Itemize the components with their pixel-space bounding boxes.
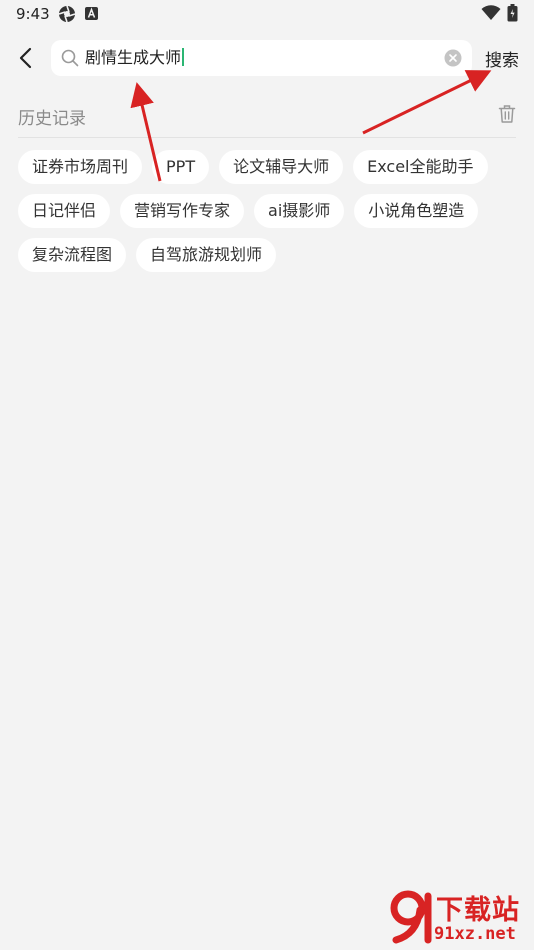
watermark-url: 91xz.net: [434, 924, 516, 944]
history-tag[interactable]: PPT: [152, 150, 210, 184]
history-divider: [18, 137, 516, 138]
wifi-icon: [481, 5, 501, 20]
history-tag[interactable]: 营销写作专家: [120, 194, 245, 228]
history-header: 历史记录: [18, 102, 516, 130]
annotation-arrows: [130, 70, 492, 182]
back-button[interactable]: [12, 44, 40, 72]
search-input-value: 剧情生成大师: [85, 48, 182, 67]
history-tag-list: 证券市场周刊 PPT 论文辅导大师 Excel全能助手 日记伴侣 营销写作专家 …: [18, 150, 518, 272]
search-box[interactable]: 剧情生成大师: [51, 40, 472, 76]
font-a-icon: [85, 7, 98, 20]
history-tag[interactable]: 自驾旅游规划师: [136, 238, 277, 272]
history-tag[interactable]: 小说角色塑造: [354, 194, 479, 228]
watermark: 下载站 91xz.net: [390, 888, 530, 946]
battery-icon: [507, 4, 518, 22]
watermark-title: 下载站: [436, 895, 520, 926]
search-button[interactable]: 搜索: [485, 46, 519, 71]
trash-icon[interactable]: [498, 104, 516, 124]
history-tag[interactable]: 日记伴侣: [18, 194, 111, 228]
watermark-logo-icon: [390, 890, 432, 944]
clear-circle-icon[interactable]: [444, 49, 462, 67]
status-bar: 9:43: [0, 0, 534, 28]
history-tag[interactable]: 复杂流程图: [18, 238, 127, 272]
search-icon: [61, 49, 79, 67]
search-bar: 剧情生成大师 搜索: [0, 38, 534, 78]
history-tag[interactable]: 证券市场周刊: [18, 150, 143, 184]
text-caret: [182, 48, 185, 66]
history-tag[interactable]: Excel全能助手: [353, 150, 488, 184]
status-time: 9:43: [16, 5, 50, 23]
search-input[interactable]: 剧情生成大师: [85, 40, 435, 76]
history-tag[interactable]: 论文辅导大师: [219, 150, 344, 184]
history-title: 历史记录: [18, 109, 86, 129]
chevron-left-icon: [19, 47, 32, 69]
history-tag[interactable]: ai摄影师: [254, 194, 345, 228]
aperture-icon: [58, 5, 76, 23]
